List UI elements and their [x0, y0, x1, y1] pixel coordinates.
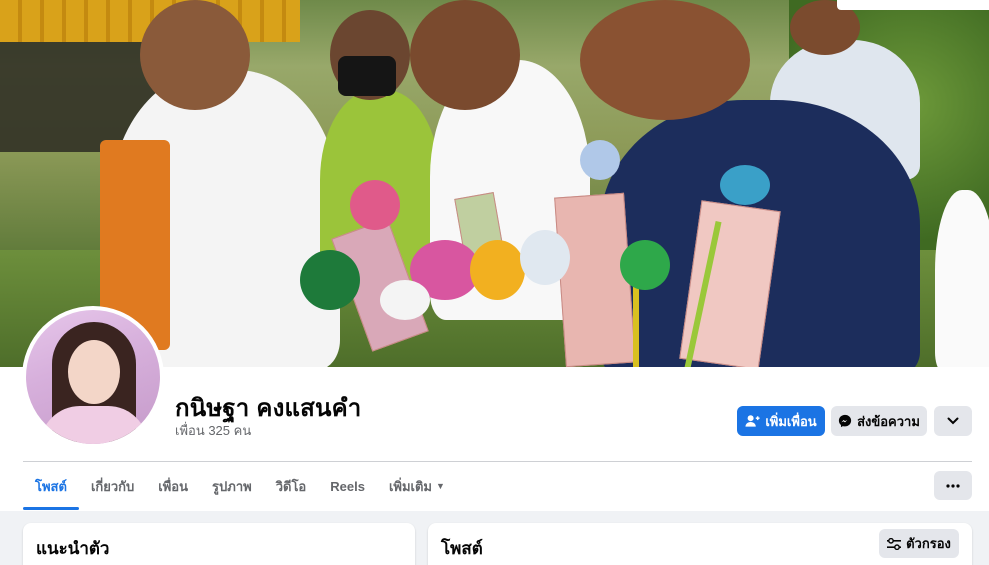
add-friend-button[interactable]: เพิ่มเพื่อน [737, 406, 825, 436]
add-friend-label: เพิ่มเพื่อน [765, 413, 817, 429]
tab-label: เพิ่มเติม [388, 478, 432, 494]
message-label: ส่งข้อความ [857, 413, 920, 429]
cover-flower [470, 240, 525, 300]
cover-person-head [140, 0, 250, 110]
tab-videos[interactable]: วิดีโอ [264, 462, 319, 510]
messenger-icon [838, 414, 852, 428]
filter-icon [887, 537, 902, 550]
more-dots-icon [946, 483, 960, 488]
intro-card: แนะนำตัว [23, 523, 415, 565]
cover-money-bill [554, 192, 636, 367]
avatar-face [68, 340, 120, 404]
profile-avatar[interactable] [22, 306, 164, 448]
profile-tabs: โพสต์ เกี่ยวกับ เพื่อน รูปภาพ วิดีโอ Ree… [23, 462, 457, 510]
cover-flower [720, 165, 770, 205]
tab-friends[interactable]: เพื่อน [146, 462, 200, 510]
tab-more[interactable]: เพิ่มเติม ▼ [377, 462, 457, 510]
cover-person [935, 190, 989, 367]
tab-label: โพสต์ [35, 478, 67, 494]
avatar-image [26, 310, 160, 444]
caret-down-icon: ▼ [436, 481, 445, 491]
cover-person-head [580, 0, 750, 120]
tab-posts[interactable]: โพสต์ [23, 462, 79, 510]
tab-label: เพื่อน [158, 478, 189, 494]
cover-flower [380, 280, 430, 320]
filter-button[interactable]: ตัวกรอง [879, 529, 959, 558]
cover-photo[interactable] [0, 0, 989, 367]
top-edge-strip [837, 0, 989, 10]
tab-reels[interactable]: Reels [318, 462, 377, 510]
cover-person-head [410, 0, 520, 110]
friends-count[interactable]: เพื่อน 325 คน [175, 420, 251, 441]
message-button[interactable]: ส่งข้อความ [831, 406, 927, 436]
cover-flower [620, 240, 670, 290]
cover-flower [300, 250, 360, 310]
tab-label: เกี่ยวกับ [90, 478, 135, 494]
tab-label: Reels [330, 478, 365, 494]
cover-flower [520, 230, 570, 285]
cover-flower [580, 140, 620, 180]
add-friend-icon [745, 414, 760, 428]
posts-title: โพสต์ [441, 539, 483, 558]
filter-label: ตัวกรอง [906, 536, 951, 551]
cover-flower [350, 180, 400, 230]
tab-photos[interactable]: รูปภาพ [200, 462, 264, 510]
tab-about[interactable]: เกี่ยวกับ [79, 462, 146, 510]
cover-face-mask [338, 56, 396, 96]
intro-title: แนะนำตัว [36, 539, 110, 558]
more-options-button[interactable] [934, 471, 972, 500]
profile-options-button[interactable] [934, 406, 972, 436]
tab-label: รูปภาพ [212, 478, 252, 494]
tab-label: วิดีโอ [275, 478, 307, 494]
chevron-down-icon [947, 417, 959, 425]
